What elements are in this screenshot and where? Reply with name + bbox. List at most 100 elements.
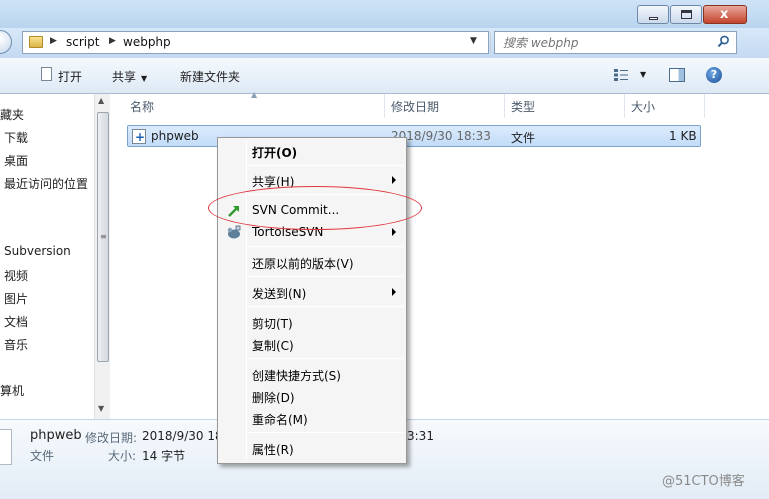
context-menu: 打开(O) 共享(H) SVN Commit... TortoiseSVN 还原… — [217, 137, 407, 464]
menu-separator — [248, 306, 404, 307]
address-dropdown-icon[interactable]: ▼ — [470, 36, 477, 46]
scrollbar-thumb[interactable]: ≡ — [97, 112, 109, 362]
menu-label: 复制(C) — [252, 339, 294, 353]
file-thumbnail-icon — [0, 429, 12, 465]
folder-icon — [29, 36, 43, 48]
svn-commit-icon — [228, 206, 239, 217]
column-header-name[interactable]: 名称 — [130, 94, 154, 118]
chevron-down-icon: ▼ — [141, 74, 148, 83]
column-divider[interactable] — [704, 94, 705, 118]
help-icon[interactable]: ? — [706, 67, 722, 83]
menu-item-share[interactable]: 共享(H) — [220, 170, 404, 192]
file-type: 文件 — [511, 131, 536, 145]
breadcrumb-arrow-icon[interactable]: ▶ — [109, 36, 116, 46]
file-row-phpweb[interactable]: + phpweb 2018/9/30 18:33 文件 1 KB — [127, 125, 701, 147]
nav-subversion[interactable]: Subversion — [4, 244, 71, 258]
nav-computer[interactable]: 计算机 — [0, 382, 24, 399]
details-type: 文件 — [30, 449, 55, 463]
breadcrumb-arrow-icon[interactable]: ▶ — [50, 36, 57, 46]
file-name: phpweb — [151, 129, 199, 143]
menu-item-restore-previous[interactable]: 还原以前的版本(V) — [220, 252, 404, 274]
details-modified-label: 修改日期: — [85, 431, 138, 445]
menu-separator — [248, 276, 404, 277]
nav-favorites[interactable]: 收藏夹 — [0, 106, 24, 123]
nav-documents[interactable]: 文档 — [4, 313, 28, 330]
close-button[interactable]: x — [703, 5, 747, 24]
menu-label: 发送到(N) — [252, 287, 307, 301]
breadcrumb-webphp[interactable]: webphp — [123, 35, 171, 49]
nav-pictures[interactable]: 图片 — [4, 290, 28, 307]
menu-item-open[interactable]: 打开(O) — [220, 141, 404, 163]
tortoisesvn-icon — [227, 225, 241, 239]
menu-label: 创建快捷方式(S) — [252, 369, 341, 383]
close-icon: x — [720, 7, 729, 22]
share-label: 共享 — [112, 70, 137, 84]
menu-label: 共享(H) — [252, 175, 295, 189]
nav-videos[interactable]: 视频 — [4, 267, 28, 284]
search-input[interactable] — [503, 34, 703, 51]
menu-separator — [248, 432, 404, 433]
window-titlebar: x — [0, 0, 769, 28]
command-toolbar: 打开 共享 ▼ 新建文件夹 ▼ ? — [0, 58, 769, 94]
nav-downloads[interactable]: 下载 — [4, 129, 28, 146]
grip-icon: ≡ — [100, 232, 107, 241]
share-button[interactable]: 共享 ▼ — [112, 68, 147, 85]
file-list: ▲ 名称 修改日期 类型 大小 + phpweb 2018/9/30 18:33… — [111, 90, 769, 419]
details-size-value: 14 字节 — [142, 449, 186, 463]
menu-item-rename[interactable]: 重命名(M) — [220, 408, 404, 430]
search-box[interactable] — [494, 31, 737, 54]
menu-label: 属性(R) — [252, 443, 294, 457]
scroll-down-icon[interactable]: ▼ — [98, 404, 104, 413]
details-modified-tail: 3:31 — [407, 429, 434, 443]
menu-label: 还原以前的版本(V) — [252, 257, 354, 271]
minimize-icon — [649, 17, 658, 20]
view-options-icon[interactable] — [614, 69, 628, 81]
minimize-button[interactable] — [637, 5, 669, 24]
scroll-up-icon[interactable]: ▲ — [98, 96, 104, 105]
column-header-size[interactable]: 大小 — [631, 94, 655, 118]
submenu-arrow-icon — [392, 288, 396, 296]
menu-label: SVN Commit... — [252, 203, 340, 217]
svn-added-icon: + — [135, 130, 146, 144]
menu-item-delete[interactable]: 删除(D) — [220, 386, 404, 408]
column-divider[interactable] — [504, 94, 505, 118]
address-bar[interactable]: ▶ script ▶ webphp ▼ ⇆ — [22, 31, 506, 54]
breadcrumb-script[interactable]: script — [66, 35, 99, 49]
details-size-label: 大小: — [108, 449, 137, 463]
menu-item-send-to[interactable]: 发送到(N) — [220, 282, 404, 304]
search-icon[interactable] — [717, 35, 730, 48]
nav-recent-places[interactable]: 最近访问的位置 — [4, 175, 88, 192]
maximize-button[interactable] — [670, 5, 702, 24]
menu-separator — [248, 194, 404, 195]
column-header-modified[interactable]: 修改日期 — [391, 94, 439, 118]
menu-item-cut[interactable]: 剪切(T) — [220, 312, 404, 334]
new-folder-button[interactable]: 新建文件夹 — [180, 68, 240, 85]
nav-desktop[interactable]: 桌面 — [4, 152, 28, 169]
menu-label: 剪切(T) — [252, 317, 293, 331]
preview-pane-icon[interactable] — [669, 68, 685, 82]
open-button[interactable]: 打开 — [58, 68, 82, 85]
open-file-icon — [41, 67, 52, 81]
menu-label: TortoiseSVN — [252, 225, 324, 239]
submenu-arrow-icon — [392, 176, 396, 184]
menu-item-svn-commit[interactable]: SVN Commit... — [220, 200, 404, 222]
file-icon: + — [132, 129, 146, 144]
nav-scrollbar[interactable]: ▲ ≡ ▼ — [94, 94, 110, 419]
chevron-down-icon[interactable]: ▼ — [640, 70, 646, 79]
back-button[interactable] — [0, 30, 12, 54]
sort-ascending-icon: ▲ — [251, 90, 258, 99]
menu-separator — [248, 358, 404, 359]
column-header-type[interactable]: 类型 — [511, 94, 535, 118]
menu-item-properties[interactable]: 属性(R) — [220, 438, 404, 460]
menu-item-create-shortcut[interactable]: 创建快捷方式(S) — [220, 364, 404, 386]
menu-label: 重命名(M) — [252, 413, 308, 427]
navigation-bar: ▶ script ▶ webphp ▼ ⇆ — [0, 28, 769, 58]
navigation-pane: 收藏夹 下载 桌面 最近访问的位置 库 Subversion 视频 图片 文档 … — [0, 94, 110, 419]
details-file-name: phpweb — [30, 428, 82, 443]
menu-item-tortoisesvn[interactable]: TortoiseSVN — [220, 222, 404, 244]
menu-label: 删除(D) — [252, 391, 295, 405]
column-divider[interactable] — [624, 94, 625, 118]
column-divider[interactable] — [384, 94, 385, 118]
nav-music[interactable]: 音乐 — [4, 336, 28, 353]
menu-item-copy[interactable]: 复制(C) — [220, 334, 404, 356]
